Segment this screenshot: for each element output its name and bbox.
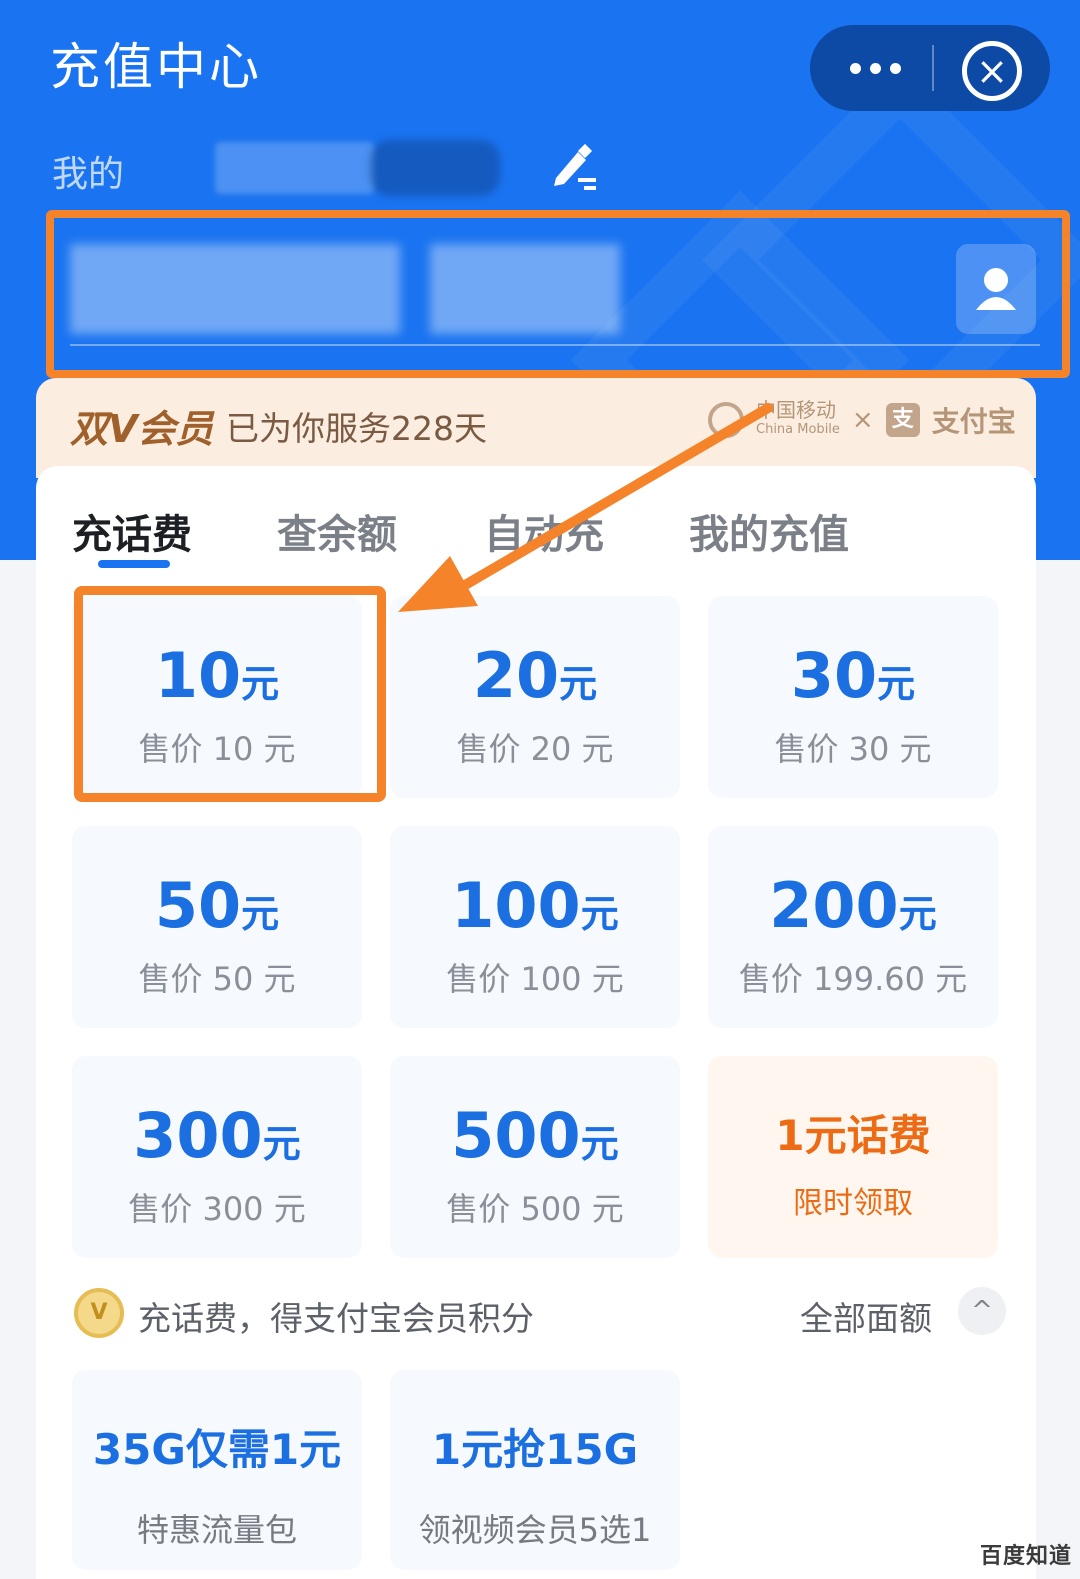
amount-price: 售价 199.60 元: [738, 960, 968, 998]
vip-service-days: 已为你服务228天: [226, 409, 487, 448]
amount-tile[interactable]: 500元 售价 500 元: [390, 1056, 680, 1258]
amount-value: 300: [133, 1099, 263, 1172]
amount-value: 100: [451, 869, 581, 942]
amount-value: 20: [472, 639, 560, 712]
promo-title: 1元话费: [775, 1111, 931, 1160]
alipay-logo: 支付宝: [931, 405, 1016, 438]
amount-tile[interactable]: 20元 售价 20 元: [390, 596, 680, 798]
amount-unit: 元: [877, 662, 916, 706]
amount-price: 售价 100 元: [446, 960, 624, 998]
amount-value: 200: [769, 869, 899, 942]
my-number-label: 我的: [52, 154, 125, 195]
amount-value: 50: [154, 869, 242, 942]
page-title: 充值中心: [50, 38, 262, 96]
amount-price: 售价 500 元: [446, 1190, 624, 1228]
amount-price: 售价 300 元: [128, 1190, 306, 1228]
package-subtitle: 特惠流量包: [136, 1511, 297, 1549]
amount-unit: 元: [580, 892, 619, 936]
mini-program-capsule: ×: [810, 25, 1050, 111]
amount-tile[interactable]: 50元 售价 50 元: [72, 826, 362, 1028]
promo-tile[interactable]: 1元话费 限时领取: [708, 1056, 998, 1258]
edit-pencil-icon[interactable]: [548, 140, 600, 192]
package-subtitle: 领视频会员5选1: [418, 1511, 652, 1549]
chevron-up-icon[interactable]: ^: [958, 1287, 1006, 1335]
amount-unit: 元: [580, 1122, 619, 1166]
amount-unit: 元: [262, 1122, 301, 1166]
more-dots-icon[interactable]: [810, 25, 940, 111]
amount-tile[interactable]: 200元 售价 199.60 元: [708, 826, 998, 1028]
amount-tile[interactable]: 100元 售价 100 元: [390, 826, 680, 1028]
capsule-divider: [932, 45, 934, 91]
close-circle-icon[interactable]: ×: [962, 41, 1022, 101]
china-mobile-sub: China Mobile: [756, 422, 840, 437]
watermark: 百度知道: [980, 1544, 1073, 1569]
amount-tile[interactable]: 300元 售价 300 元: [72, 1056, 362, 1258]
partner-logos: 中国移动 China Mobile × 支 支付宝: [708, 400, 1016, 440]
amount-unit: 元: [559, 662, 598, 706]
tab-my-recharge[interactable]: 我的充值: [689, 502, 849, 560]
package-title: 1元抢15G: [431, 1425, 639, 1474]
china-mobile-logo: 中国移动: [756, 398, 836, 422]
redacted-name: [370, 140, 500, 196]
package-tile[interactable]: 1元抢15G 领视频会员5选1: [390, 1370, 680, 1570]
tab-balance[interactable]: 查余额: [277, 502, 397, 560]
package-tile[interactable]: 35G仅需1元 特惠流量包: [72, 1370, 362, 1570]
promo-subtitle: 限时领取: [793, 1186, 913, 1221]
amount-value: 30: [790, 639, 878, 712]
selection-highlight: [74, 586, 386, 802]
amount-unit: 元: [898, 892, 937, 936]
china-mobile-icon: [708, 402, 744, 438]
tab-auto-recharge[interactable]: 自动充: [484, 502, 604, 560]
vip-title: 双V会员: [70, 407, 214, 451]
tab-recharge[interactable]: 充话费: [72, 502, 192, 560]
all-amounts-toggle[interactable]: 全部面额: [800, 1292, 932, 1340]
amount-price: 售价 50 元: [138, 960, 296, 998]
amount-price: 售价 20 元: [456, 730, 614, 768]
alipay-icon: 支: [885, 403, 920, 437]
redacted-name: [215, 142, 375, 194]
package-title: 35G仅需1元: [92, 1425, 342, 1474]
amount-tile[interactable]: 30元 售价 30 元: [708, 596, 998, 798]
gold-points-icon: V: [74, 1288, 124, 1338]
times-sign: ×: [851, 405, 874, 435]
amount-price: 售价 30 元: [774, 730, 932, 768]
amount-unit: 元: [241, 892, 280, 936]
points-info: 充话费，得支付宝会员积分: [138, 1299, 534, 1338]
active-tab-indicator: [98, 560, 170, 568]
amount-value: 500: [451, 1099, 581, 1172]
phone-input-highlight: [46, 210, 1070, 378]
